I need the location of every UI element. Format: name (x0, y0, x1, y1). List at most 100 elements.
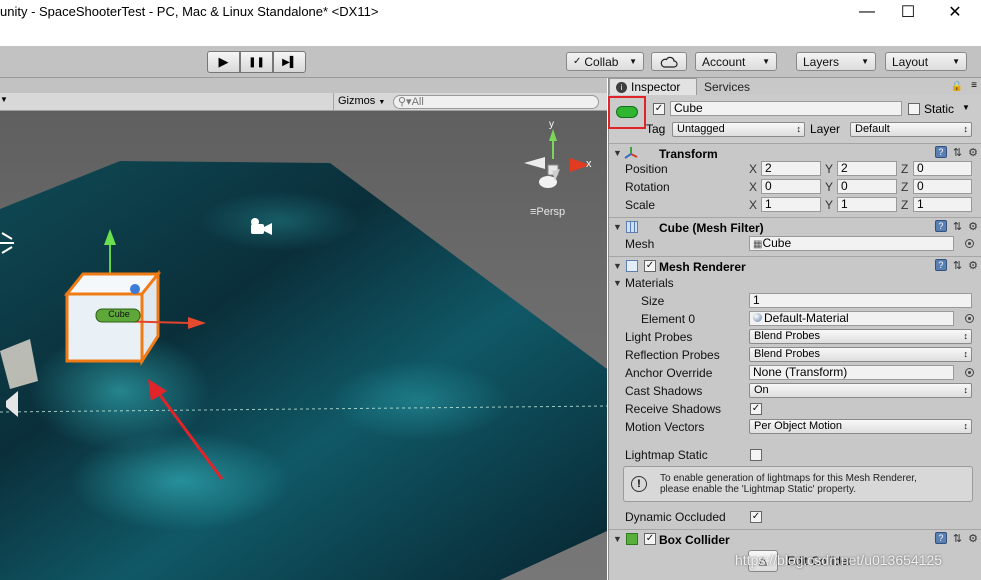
motion-vectors-dropdown[interactable]: Per Object Motion (749, 419, 972, 434)
tab-services[interactable]: Services (698, 78, 768, 95)
mesh-renderer-header[interactable]: ▼ ✓ Mesh Renderer ? ⇅ ⚙ (609, 256, 981, 275)
box-collider-icon (626, 533, 638, 545)
play-button[interactable]: ▶ (207, 51, 240, 73)
move-handle-z[interactable] (130, 284, 140, 294)
scene-view[interactable]: y x ≡Persp Cube (0, 111, 607, 580)
preset-icon[interactable]: ⇅ (953, 532, 962, 545)
axis-x-label: X (749, 180, 758, 194)
gizmos-dropdown[interactable]: Gizmos ▼ (333, 93, 389, 110)
materials-size-field[interactable]: 1 (749, 293, 972, 308)
object-picker-icon[interactable] (965, 314, 974, 323)
minimize-button[interactable]: — (845, 0, 889, 24)
rotation-x-field[interactable]: 0 (761, 179, 821, 194)
tab-inspector[interactable]: i Inspector (609, 78, 697, 95)
scene-search-input[interactable]: ⚲▾All (393, 95, 599, 109)
preset-icon[interactable]: ⇅ (953, 146, 962, 159)
scene-orientation-gizmo[interactable] (524, 129, 590, 188)
object-picker-icon[interactable] (965, 239, 974, 248)
cast-shadows-label: Cast Shadows (625, 384, 703, 398)
mesh-filter-header[interactable]: ▼ Cube (Mesh Filter) ? ⇅ ⚙ (609, 217, 981, 236)
reflection-probes-dropdown[interactable]: Blend Probes (749, 347, 972, 362)
scene-tab-strip (0, 78, 607, 93)
rotation-y-field[interactable]: 0 (837, 179, 897, 194)
cloud-button[interactable] (651, 52, 687, 71)
box-collider-header[interactable]: ▼ ✓ Box Collider ? ⇅ ⚙ (609, 529, 981, 548)
gear-icon[interactable]: ⚙ (968, 146, 978, 159)
watermark-text: https://blog.csdn.net/u013654125 (735, 552, 943, 568)
component-header-icons: ? ⇅ ⚙ (934, 532, 978, 545)
scale-y-field[interactable]: 1 (837, 197, 897, 212)
preset-icon[interactable]: ⇅ (953, 220, 962, 233)
collab-button[interactable]: ✓ Collab ▼ (566, 52, 644, 71)
inspector-panel: i Inspector Services 🔒 ≡ ✓ Cube Static ▼… (608, 78, 981, 580)
layers-dropdown[interactable]: Layers ▼ (796, 52, 876, 71)
gear-icon[interactable]: ⚙ (968, 532, 978, 545)
dynamic-occluded-label: Dynamic Occluded (625, 510, 726, 524)
cloud-icon (660, 56, 678, 68)
foldout-icon[interactable]: ▼ (613, 148, 622, 158)
light-probes-dropdown[interactable]: Blend Probes (749, 329, 972, 344)
tag-dropdown[interactable]: Untagged (672, 122, 805, 137)
mesh-field[interactable]: ▦Cube (749, 236, 954, 251)
anchor-override-field[interactable]: None (Transform) (749, 365, 954, 380)
gear-icon[interactable]: ⚙ (968, 259, 978, 272)
dynamic-occluded-checkbox[interactable]: ✓ (750, 511, 762, 523)
info-line-2: please enable the 'Lightmap Static' prop… (660, 484, 856, 495)
axis-z-label: Z (901, 162, 909, 176)
position-x-field[interactable]: 2 (761, 161, 821, 176)
shading-dropdown[interactable]: ▼ (0, 95, 10, 109)
lightmap-static-checkbox[interactable] (750, 449, 762, 461)
cube-front[interactable] (65, 292, 144, 363)
transform-title: Transform (659, 147, 718, 161)
pause-button[interactable]: ❚❚ (240, 51, 273, 73)
object-name-field[interactable]: Cube (670, 101, 902, 116)
gear-icon[interactable]: ⚙ (968, 220, 978, 233)
lock-icon[interactable]: 🔒 (951, 81, 963, 92)
foldout-icon[interactable]: ▼ (613, 222, 622, 232)
search-icon: ⚲▾ (398, 96, 412, 108)
foldout-icon[interactable]: ▼ (613, 534, 622, 544)
transform-rotation-row: Rotation X 0 Y 0 Z 0 (609, 178, 981, 196)
mesh-renderer-enabled-checkbox[interactable]: ✓ (644, 260, 656, 272)
object-icon-selector[interactable] (616, 106, 638, 118)
persp-label[interactable]: ≡Persp (530, 206, 565, 218)
light-probes-label: Light Probes (625, 330, 693, 344)
element0-field[interactable]: Default-Material (749, 311, 954, 326)
foldout-icon[interactable]: ▼ (613, 261, 622, 271)
close-button[interactable]: ✕ (933, 0, 977, 24)
help-icon[interactable]: ? (934, 532, 947, 544)
help-icon[interactable]: ? (934, 259, 947, 271)
scale-z-field[interactable]: 1 (913, 197, 972, 212)
active-checkbox[interactable]: ✓ (653, 103, 665, 115)
maximize-button[interactable]: ☐ (886, 0, 930, 24)
rotation-z-field[interactable]: 0 (913, 179, 972, 194)
tag-label: Tag (646, 122, 666, 136)
position-y-field[interactable]: 2 (837, 161, 897, 176)
mesh-filter-title: Cube (Mesh Filter) (659, 221, 764, 235)
box-collider-enabled-checkbox[interactable]: ✓ (644, 533, 656, 545)
axis-x-label: X (749, 198, 758, 212)
foldout-icon[interactable]: ▼ (613, 278, 622, 288)
reflection-probes-label: Reflection Probes (625, 348, 720, 362)
window-title: unity - SpaceShooterTest - PC, Mac & Lin… (0, 4, 379, 19)
axis-x-label: x (586, 158, 592, 170)
help-icon[interactable]: ? (934, 146, 947, 158)
layer-dropdown[interactable]: Default (850, 122, 972, 137)
help-icon[interactable]: ? (934, 220, 947, 232)
layout-dropdown[interactable]: Layout ▼ (885, 52, 967, 71)
step-button[interactable]: ▶▌ (273, 51, 306, 73)
scale-x-field[interactable]: 1 (761, 197, 821, 212)
static-dropdown-icon[interactable]: ▼ (962, 103, 970, 112)
object-picker-icon[interactable] (965, 368, 974, 377)
static-checkbox[interactable] (908, 103, 920, 115)
cast-shadows-dropdown[interactable]: On (749, 383, 972, 398)
materials-row[interactable]: ▼ Materials (609, 274, 981, 292)
panel-menu-icon[interactable]: ≡ (971, 80, 977, 91)
chevron-down-icon: ▼ (378, 99, 386, 106)
position-z-field[interactable]: 0 (913, 161, 972, 176)
receive-shadows-checkbox[interactable]: ✓ (750, 403, 762, 415)
preset-icon[interactable]: ⇅ (953, 259, 962, 272)
account-button[interactable]: Account ▼ (695, 52, 777, 71)
materials-label: Materials (625, 276, 674, 290)
mesh-filter-icon (626, 221, 638, 233)
